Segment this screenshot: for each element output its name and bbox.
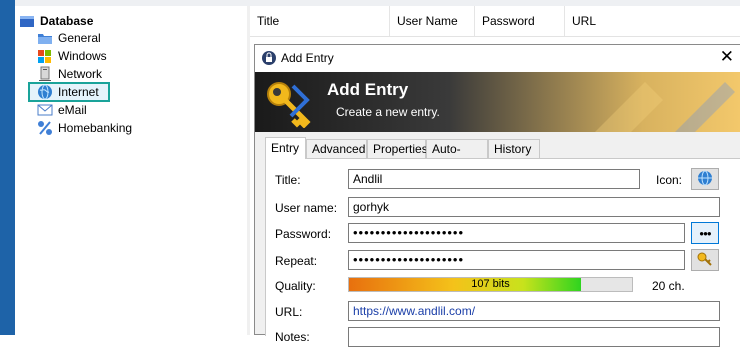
keepass-lock-icon bbox=[261, 50, 277, 69]
column-header-password[interactable]: Password bbox=[475, 6, 565, 36]
tree-item-internet[interactable]: Internet bbox=[37, 83, 99, 101]
username-label: User name: bbox=[275, 201, 338, 215]
column-header-title[interactable]: Title bbox=[250, 6, 390, 36]
password-quality-bar: 107 bits bbox=[348, 277, 633, 292]
url-label: URL: bbox=[275, 305, 303, 319]
notes-label: Notes: bbox=[275, 330, 310, 344]
group-tree[interactable]: Database General Windows Network Interne… bbox=[15, 6, 248, 335]
tree-item-label: General bbox=[58, 31, 101, 45]
url-field[interactable]: https://www.andlil.com/ bbox=[348, 301, 720, 321]
key-pen-icon bbox=[263, 78, 315, 131]
password-field[interactable]: •••••••••••••••••••• bbox=[348, 223, 685, 243]
tab-entry[interactable]: Entry bbox=[265, 137, 306, 159]
tree-item-general[interactable]: General bbox=[37, 29, 101, 47]
email-icon bbox=[37, 102, 53, 118]
title-label: Title: bbox=[275, 173, 301, 187]
dialog-title: Add Entry bbox=[281, 51, 334, 65]
tree-item-homebanking[interactable]: Homebanking bbox=[37, 119, 132, 137]
desktop-edge bbox=[0, 0, 15, 335]
pane-splitter[interactable] bbox=[247, 6, 250, 335]
title-field[interactable]: Andlil bbox=[348, 169, 640, 189]
tree-item-windows[interactable]: Windows bbox=[37, 47, 107, 65]
tree-item-label: Internet bbox=[58, 85, 99, 99]
banner-title: Add Entry bbox=[327, 80, 409, 99]
reveal-password-button[interactable]: ●●● bbox=[691, 222, 719, 244]
username-field[interactable]: gorhyk bbox=[348, 197, 720, 217]
icon-label: Icon: bbox=[656, 173, 683, 187]
tree-item-email[interactable]: eMail bbox=[37, 101, 87, 119]
key-generator-icon bbox=[697, 251, 713, 270]
tab-advanced[interactable]: Advanced bbox=[306, 139, 367, 158]
password-generator-button[interactable] bbox=[691, 249, 719, 271]
quality-bits-text: 107 bits bbox=[471, 278, 510, 290]
windows-logo-icon bbox=[37, 48, 53, 64]
percent-icon bbox=[37, 120, 53, 136]
column-header-username[interactable]: User Name bbox=[390, 6, 475, 36]
tree-item-label: Windows bbox=[58, 49, 107, 63]
tree-root-label: Database bbox=[40, 14, 94, 28]
password-label: Password: bbox=[275, 227, 332, 241]
tree-item-network[interactable]: Network bbox=[37, 65, 102, 83]
tree-item-label: eMail bbox=[58, 103, 87, 117]
banner-watermark-icon bbox=[585, 74, 735, 132]
dialog-banner: Add Entry Create a new entry. bbox=[255, 72, 740, 132]
password-length-text: 20 ch. bbox=[652, 279, 685, 293]
icon-picker-button[interactable] bbox=[691, 168, 719, 190]
notes-field[interactable] bbox=[348, 327, 720, 347]
quality-label: Quality: bbox=[275, 279, 316, 293]
column-header-url[interactable]: URL bbox=[565, 6, 740, 36]
tab-auto-type[interactable]: Auto-Type bbox=[426, 139, 488, 175]
repeat-label: Repeat: bbox=[275, 254, 318, 268]
tree-item-label: Network bbox=[58, 67, 103, 81]
globe-icon bbox=[697, 170, 713, 189]
tree-root-database[interactable]: Database bbox=[19, 12, 93, 30]
repeat-password-field[interactable]: •••••••••••••••••••• bbox=[348, 250, 685, 270]
database-icon bbox=[19, 13, 35, 29]
entry-tab-panel: Title: Andlil Icon: User name: gorhyk Pa… bbox=[265, 158, 740, 347]
tree-item-label: Homebanking bbox=[58, 121, 133, 135]
add-entry-dialog: Add Entry ✕ Add Entry Create a new entry… bbox=[254, 44, 740, 347]
folder-icon bbox=[37, 30, 53, 46]
dialog-titlebar[interactable]: Add Entry ✕ bbox=[255, 45, 740, 72]
entry-list-header: Title User Name Password URL bbox=[250, 6, 740, 37]
tab-properties[interactable]: Properties bbox=[367, 139, 428, 158]
network-server-icon bbox=[37, 66, 53, 82]
globe-icon bbox=[37, 84, 53, 100]
close-icon[interactable]: ✕ bbox=[720, 47, 734, 67]
tab-history[interactable]: History bbox=[488, 139, 540, 158]
banner-subtitle: Create a new entry. bbox=[336, 105, 440, 119]
